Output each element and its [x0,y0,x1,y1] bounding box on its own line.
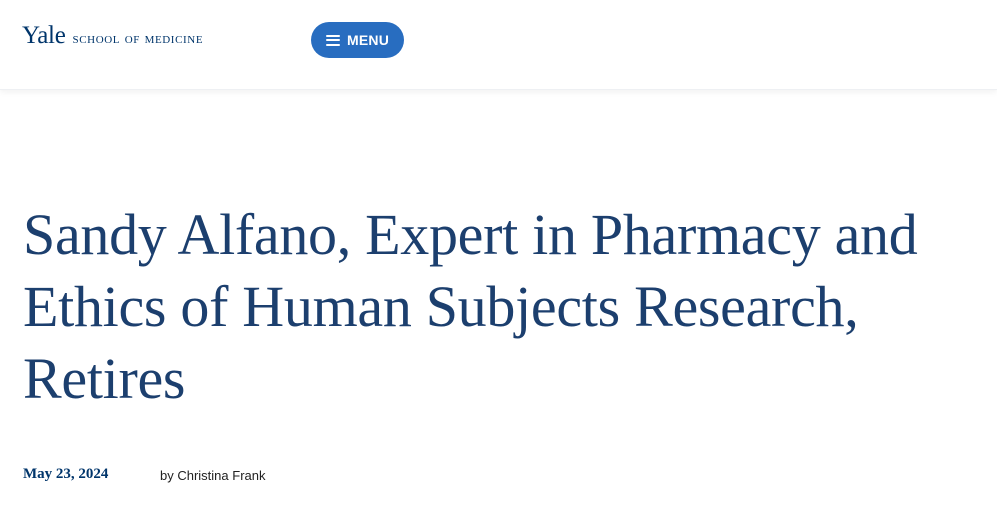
menu-button[interactable]: MENU [311,22,404,58]
article-byline: by Christina Frank [160,468,266,483]
article-date: May 23, 2024 [23,466,109,482]
article-title: Sandy Alfano, Expert in Pharmacy and Eth… [23,202,918,411]
site-header: Yale SCHOOL OF MEDICINE MENU [0,0,997,90]
article-meta: May 23, 2024 by Christina Frank [0,466,997,488]
hamburger-icon [325,34,340,46]
yale-school-of-medicine-logo[interactable]: Yale SCHOOL OF MEDICINE [22,22,203,50]
logo-school-text: SCHOOL OF MEDICINE [72,30,204,47]
logo-yale-text: Yale [22,22,66,49]
menu-button-label: MENU [346,32,390,48]
